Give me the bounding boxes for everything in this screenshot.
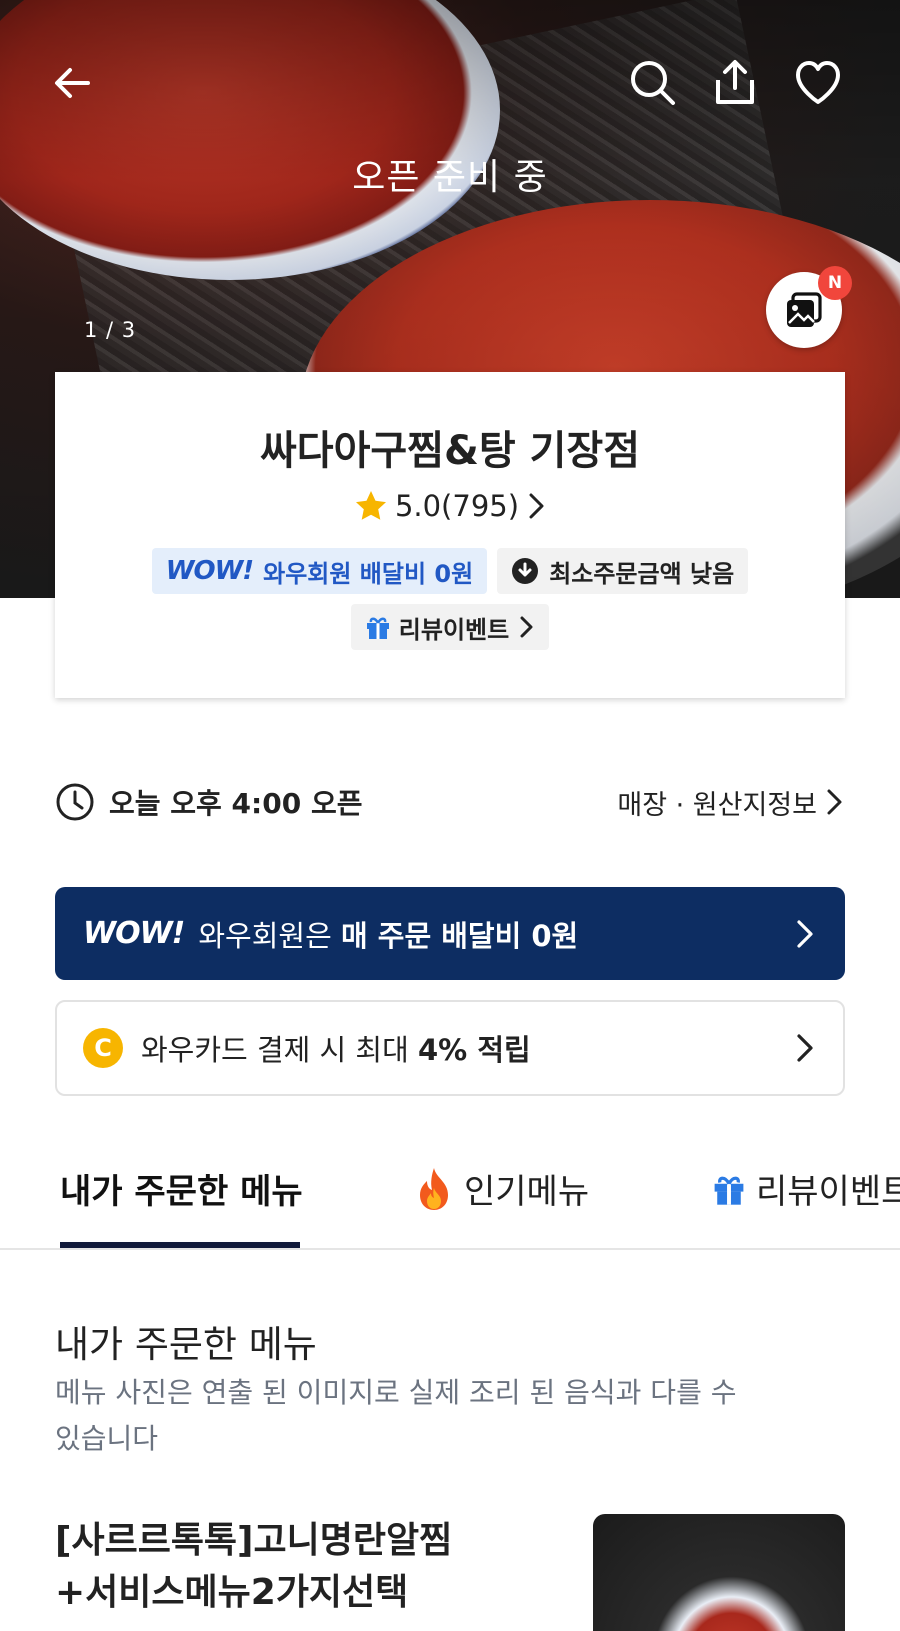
chevron-right-icon: [797, 919, 813, 948]
card-promo-text-normal: 와우카드 결제 시 최대: [141, 1033, 418, 1067]
menu-item-image[interactable]: [593, 1514, 845, 1631]
back-arrow-icon: [55, 68, 90, 98]
wow-badge-text: 와우회원 배달비 0원: [263, 559, 474, 588]
menu-tabs: 내가 주문한 메뉴 인기메뉴 리뷰이벤트: [0, 1148, 900, 1250]
heart-icon: [796, 61, 840, 104]
wow-card-promo[interactable]: C 와우카드 결제 시 최대 4% 적립: [55, 1000, 845, 1096]
hours-row: 오늘 오후 4:00 오픈 매장 · 원산지정보: [55, 780, 845, 824]
store-origin-info-label: 매장 · 원산지정보: [617, 789, 817, 821]
review-event-badge[interactable]: 리뷰이벤트: [350, 604, 550, 650]
back-button[interactable]: [44, 55, 100, 111]
favorite-button[interactable]: [790, 55, 846, 111]
store-badges: WOW! 와우회원 배달비 0원 최소주문금액 낮음: [55, 548, 845, 594]
wow-banner-text-normal: 와우회원은: [198, 918, 341, 953]
card-promo-text-bold: 4% 적립: [418, 1033, 531, 1067]
search-button[interactable]: [625, 55, 681, 111]
wow-delivery-badge: WOW! 와우회원 배달비 0원: [151, 548, 488, 594]
new-badge: N: [818, 266, 852, 300]
store-info-card: 싸다아구찜&탕 기장점 5.0(795) WOW! 와우회원 배달비 0원 최소…: [55, 372, 845, 698]
chevron-right-icon: [529, 493, 544, 519]
store-name: 싸다아구찜&탕 기장점: [259, 428, 640, 474]
photo-gallery-icon: [787, 292, 822, 327]
chevron-right-icon: [520, 616, 533, 638]
section-title: 내가 주문한 메뉴: [55, 1323, 317, 1366]
image-counter: 1 / 3: [84, 318, 137, 342]
search-icon: [631, 61, 675, 105]
min-order-badge: 최소주문금액 낮음: [497, 548, 749, 594]
wow-banner-text-bold: 매 주문 배달비 0원: [341, 918, 579, 953]
download-circle-icon: [512, 558, 539, 584]
card-promo-text: 와우카드 결제 시 최대 4% 적립: [141, 1027, 793, 1069]
star-icon: [355, 491, 386, 520]
share-button[interactable]: [707, 55, 763, 111]
wow-membership-banner[interactable]: WOW! 와우회원은 매 주문 배달비 0원: [55, 887, 845, 980]
tab-popular-menu[interactable]: 인기메뉴: [414, 1164, 589, 1213]
share-icon: [716, 60, 754, 104]
review-event-row: 리뷰이벤트: [55, 604, 845, 650]
fire-icon: [420, 1167, 448, 1210]
review-event-text: 리뷰이벤트: [398, 615, 510, 644]
opening-time-value: 4:00: [231, 787, 302, 820]
chevron-right-icon: [827, 789, 842, 815]
tab-label: 리뷰이벤트: [756, 1172, 900, 1212]
tab-review-event[interactable]: 리뷰이벤트: [712, 1164, 900, 1213]
active-tab-indicator: [60, 1242, 300, 1248]
tab-label: 내가 주문한 메뉴: [60, 1172, 303, 1212]
tab-label: 인기메뉴: [464, 1172, 590, 1212]
wow-logo: WOW!: [165, 556, 254, 586]
gift-icon: [366, 617, 389, 639]
gift-icon: [714, 1176, 744, 1205]
clock-icon: [56, 783, 94, 821]
store-origin-info-link[interactable]: 매장 · 원산지정보: [617, 783, 845, 822]
opening-time-text: 오늘 오후 4:00 오픈: [109, 782, 362, 822]
wow-banner-text: 와우회원은 매 주문 배달비 0원: [198, 913, 793, 955]
opening-time-prefix: 오늘 오후: [109, 787, 232, 820]
coin-icon: C: [83, 1028, 123, 1068]
section-note: 메뉴 사진은 연출 된 이미지로 실제 조리 된 음식과 다를 수 있습니다: [55, 1376, 737, 1455]
rating-link[interactable]: 5.0(795): [55, 488, 845, 524]
tab-my-ordered-menu[interactable]: 내가 주문한 메뉴: [60, 1164, 303, 1213]
menu-item-name[interactable]: [사르르톡톡]고니명란알찜 +서비스메뉴2가지선택: [55, 1515, 515, 1619]
open-status: 오픈 준비 중: [352, 157, 548, 198]
min-order-text: 최소주문금액 낮음: [549, 559, 735, 588]
opening-time-suffix: 오픈: [301, 787, 363, 820]
wow-logo: WOW!: [83, 916, 185, 951]
opening-time: 오늘 오후 4:00 오픈: [55, 782, 362, 822]
rating-value: 5.0(795): [394, 489, 520, 523]
chevron-right-icon: [797, 1034, 813, 1062]
